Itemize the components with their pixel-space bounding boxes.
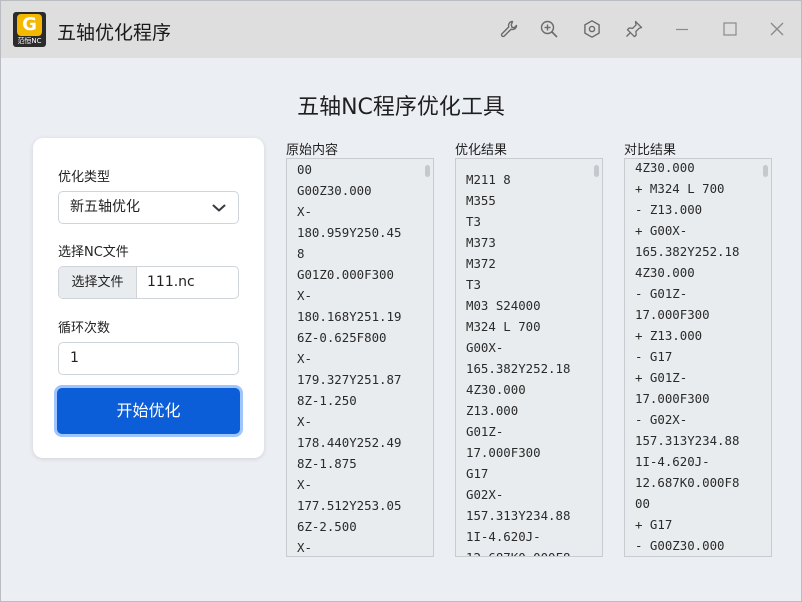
code-line: T3 [466, 214, 481, 229]
compare-lines: 4Z30.000 + M324 L 700 - Z13.000 + G00X- 165.… [635, 159, 759, 556]
code-line: M355 [466, 193, 496, 208]
close-icon[interactable] [764, 16, 790, 42]
titlebar[interactable]: G 范恒NC 五轴优化程序 [1, 1, 801, 58]
code-line: M324 L 700 [466, 319, 541, 334]
code-line: T3 [466, 277, 481, 292]
code-line: - G01Z- [635, 286, 688, 301]
choose-file-button[interactable]: 选择文件 [59, 267, 137, 298]
code-line: 17.000F300 [635, 307, 710, 322]
code-line: - G17 [635, 349, 673, 364]
scrollbar-thumb[interactable] [594, 165, 599, 177]
code-line: G00X- [466, 340, 504, 355]
nc-file-label: 选择NC文件 [58, 245, 129, 260]
code-line: + G01Z- [635, 370, 688, 385]
original-lines: 00 G00Z30.000 X- 180.959Y250.45 8 G01Z0.000F3… [297, 159, 421, 556]
code-line: G02X- [466, 487, 504, 502]
loop-count-label: 循环次数 [58, 321, 111, 336]
code-line: 178.440Y252.49 [297, 435, 402, 450]
optimized-result-label: 优化结果 [455, 143, 508, 158]
code-line: 4Z30.000 [635, 160, 695, 175]
code-line: M372 [466, 256, 496, 271]
code-line: 8Z-1.250 [297, 393, 357, 408]
maximize-icon[interactable] [717, 16, 743, 42]
code-line: - G00Z30.000 [635, 538, 725, 553]
code-line: 180.168Y251.19 [297, 309, 402, 324]
code-line: Z13.000 [466, 403, 519, 418]
code-line: 1I-4.620J- [466, 529, 541, 544]
code-line: 8Z-1.875 [297, 456, 357, 471]
code-line: 8 [297, 246, 305, 261]
nc-file-input[interactable]: 选择文件 111.nc [58, 266, 239, 299]
optimize-type-select[interactable]: 新五轴优化 [58, 191, 239, 224]
compare-result-textarea[interactable]: 4Z30.000 + M324 L 700 - Z13.000 + G00X- 165.… [624, 158, 772, 557]
code-line: - Z13.000 [635, 202, 703, 217]
code-line: 12.687K0.000F8 [466, 547, 590, 556]
code-line: 6Z-0.625F800 [297, 330, 387, 345]
code-line: 157.313Y234.88 [466, 508, 571, 523]
optimize-type-label: 优化类型 [58, 170, 111, 185]
code-line: M03 S24000 [466, 298, 541, 313]
code-line: G00Z30.000 [297, 183, 372, 198]
compare-result-label: 对比结果 [624, 143, 677, 158]
chevron-down-icon [212, 204, 226, 212]
page-title: 五轴NC程序优化工具 [297, 95, 505, 120]
code-line: + G00X- [635, 223, 688, 238]
wrench-icon[interactable] [496, 16, 522, 42]
code-line: 00 [635, 496, 650, 511]
code-line: X- [297, 540, 312, 555]
code-line: X- [297, 477, 312, 492]
code-line: 177.512Y253.05 [297, 498, 402, 513]
code-line: G01Z0.000F300 [297, 267, 394, 282]
code-line: 00 [297, 162, 312, 177]
code-line: 157.313Y234.88 [635, 433, 740, 448]
code-line: 180.959Y250.45 [297, 225, 402, 240]
code-line: 17.000F300 [635, 391, 710, 406]
code-line: X- [297, 204, 312, 219]
code-line: 6Z-2.500 [297, 519, 357, 534]
scrollbar-thumb[interactable] [425, 165, 430, 177]
code-line: 4Z30.000 [635, 265, 695, 280]
code-line: X- [297, 288, 312, 303]
code-line: 165.382Y252.18 [635, 244, 740, 259]
code-line: X- [297, 351, 312, 366]
window-title: 五轴优化程序 [57, 22, 172, 44]
code-line: M373 [466, 235, 496, 250]
code-line: 179.327Y251.87 [297, 372, 402, 387]
scrollbar-thumb[interactable] [763, 165, 768, 177]
pin-icon[interactable] [621, 16, 647, 42]
code-line: 4Z30.000 [466, 382, 526, 397]
settings-card: 优化类型 新五轴优化 选择NC文件 选择文件 111.nc 循环次数 1 开始优… [33, 138, 264, 458]
code-line: G01Z- [466, 424, 504, 439]
original-content-label: 原始内容 [286, 143, 339, 158]
code-line: 165.382Y252.18 [466, 361, 571, 376]
code-line: G17 [466, 466, 489, 481]
code-line: X- [297, 414, 312, 429]
optimize-type-value: 新五轴优化 [70, 199, 140, 215]
settings-hexagon-icon[interactable] [579, 16, 605, 42]
optimized-lines: M211 8 M355 T3 M373 M372 T3 M03 S24000 M324 L 7… [466, 169, 590, 556]
zoom-in-icon[interactable] [536, 16, 562, 42]
logo-text: 范恒NC [17, 37, 42, 45]
minimize-icon[interactable] [669, 16, 695, 42]
code-line: + M324 L 700 [635, 181, 725, 196]
logo-g-mark: G [17, 14, 42, 36]
code-line: + G17 [635, 517, 673, 532]
app-logo: G 范恒NC [13, 12, 46, 47]
optimized-result-textarea[interactable]: M211 8 M355 T3 M373 M372 T3 M03 S24000 M324 L 7… [455, 158, 603, 557]
code-line: M211 8 [466, 172, 511, 187]
app-window: G 范恒NC 五轴优化程序 五轴NC程序优化工具 优化类型 新五轴优化 选择NC… [0, 0, 802, 602]
original-content-textarea[interactable]: 00 G00Z30.000 X- 180.959Y250.45 8 G01Z0.000F3… [286, 158, 434, 557]
code-line: + Z13.000 [635, 328, 703, 343]
loop-count-input[interactable]: 1 [58, 342, 239, 375]
start-optimize-button[interactable]: 开始优化 [57, 388, 240, 434]
code-line: - G02X- [635, 412, 688, 427]
code-line: 12.687K0.000F8 [635, 475, 740, 490]
file-name: 111.nc [147, 274, 195, 290]
code-line: 1I-4.620J- [635, 454, 710, 469]
code-line: 17.000F300 [466, 445, 541, 460]
